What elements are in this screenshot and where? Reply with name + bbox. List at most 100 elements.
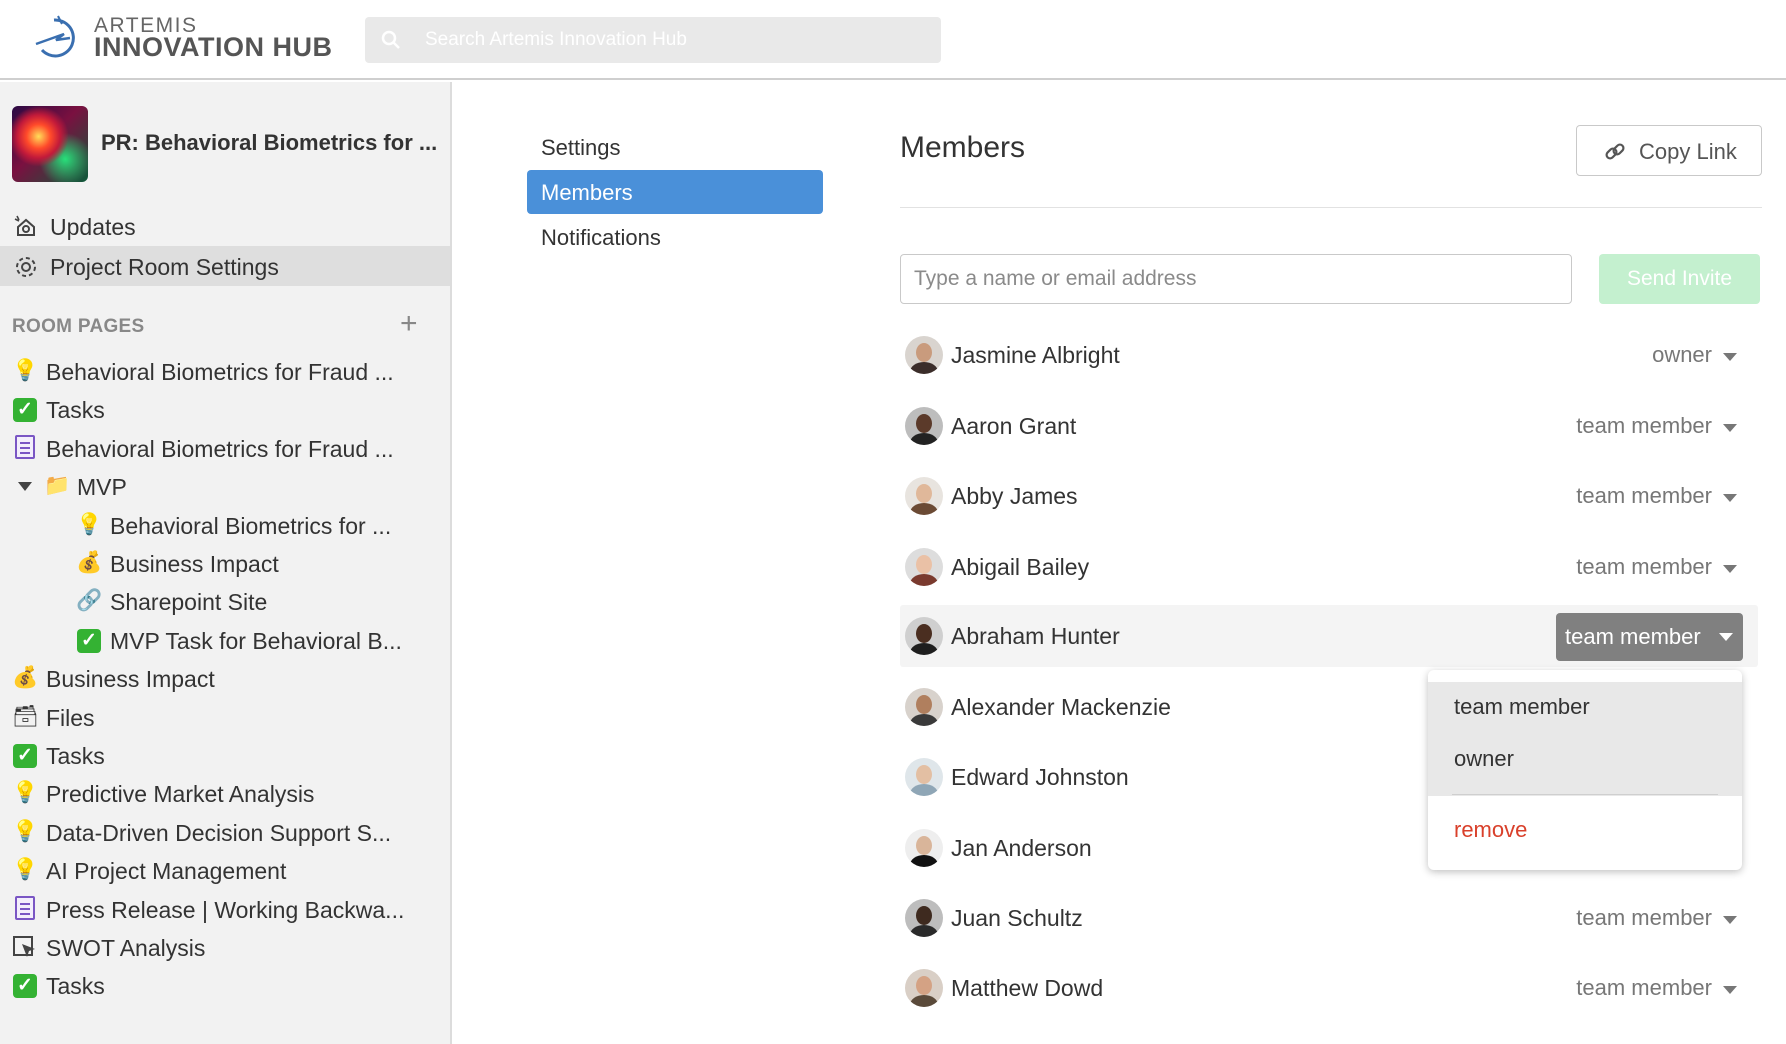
lightbulb-icon: 💡 [12,858,39,881]
chevron-down-icon[interactable] [1723,424,1737,432]
checkbox-icon: ✓ [76,627,102,653]
member-role-select[interactable]: team member [1576,483,1712,509]
tab-label: Members [541,180,633,205]
role-option-owner[interactable]: owner [1454,746,1514,772]
send-invite-button[interactable]: Send Invite [1599,254,1760,304]
checkbox-icon: ✓ [12,396,38,422]
link-icon [1605,143,1625,160]
role-dropdown-menu: team member owner remove [1428,670,1742,870]
tab-settings[interactable]: Settings [527,125,823,169]
room-title: PR: Behavioral Biometrics for ... [101,130,438,155]
page-item-label: Behavioral Biometrics for ... [110,513,392,539]
member-role-select-open[interactable]: team member [1556,613,1743,661]
page-item-label: Business Impact [110,551,279,577]
member-name: Juan Schultz [951,905,1083,931]
member-role-select[interactable]: team member [1576,413,1712,439]
member-name: Abby James [951,483,1078,509]
sidebar-item-updates[interactable]: Updates [0,206,450,246]
link-icon: 🔗 [76,589,103,612]
send-invite-label: Send Invite [1626,267,1733,290]
file-box-icon: 🗃 [12,705,39,728]
document-icon [12,435,38,461]
search-icon [381,30,400,49]
member-row: Abraham Hunter team member [900,605,1758,667]
invite-input[interactable] [900,254,1572,304]
page-item-label: Tasks [46,973,105,999]
chevron-down-icon[interactable] [1723,494,1737,502]
sidebar-item-label: Project Room Settings [50,254,279,280]
role-option-team-member[interactable]: team member [1454,694,1590,720]
lightbulb-icon: 💡 [12,781,39,804]
folder-icon: 📁 [44,474,71,497]
member-role-select[interactable]: team member [1576,554,1712,580]
plus-icon[interactable]: + [400,309,418,339]
page-item-label: Sharepoint Site [110,589,268,615]
member-name: Aaron Grant [951,413,1077,439]
divider [900,207,1762,208]
document-icon [12,896,38,922]
page-item-label: Press Release | Working Backwa... [46,897,405,923]
role-label: team member [1565,624,1701,649]
money-bag-icon: 💰 [12,666,39,689]
member-role-select[interactable]: owner [1652,342,1712,368]
page-item-label: SWOT Analysis [46,935,206,961]
page-item-label: Data-Driven Decision Support S... [46,820,392,846]
artemis-logo[interactable]: ARTEMIS INNOVATION HUB [34,14,334,64]
gear-icon [16,257,36,277]
search-placeholder: Search Artemis Innovation Hub [425,29,687,50]
tab-notifications[interactable]: Notifications [527,215,823,259]
member-name: Jan Anderson [951,835,1092,861]
page-item-label: Files [46,705,95,731]
member-name: Alexander Mackenzie [951,694,1171,720]
member-row: Jasmine Albright owner [900,324,1758,386]
member-role-select[interactable]: team member [1576,905,1712,931]
room-thumbnail [12,106,88,182]
page-item-label: Behavioral Biometrics for Fraud ... [46,359,394,385]
remove-member-option[interactable]: remove [1454,817,1527,843]
page-item-label: MVP Task for Behavioral B... [110,628,402,654]
artemis-logo-icon [35,15,75,58]
member-row: Abby James team member [900,465,1758,527]
tab-label: Settings [541,135,621,160]
avatar [905,617,943,655]
chevron-down-icon[interactable] [1723,986,1737,994]
member-name: Abraham Hunter [951,623,1120,649]
page-item-label: Business Impact [46,666,215,692]
chevron-down-icon [1719,633,1733,641]
tab-members[interactable]: Members [527,170,823,214]
member-row: Matthew Dowd team member [900,957,1758,1019]
chevron-down-icon[interactable] [1723,353,1737,361]
avatar [905,548,943,586]
logo-text-bottom: INNOVATION HUB [94,32,333,62]
chevron-down-icon[interactable] [1723,916,1737,924]
sidebar-item-project-room-settings[interactable]: Project Room Settings [0,246,450,286]
tab-label: Notifications [541,225,661,250]
member-name: Jasmine Albright [951,342,1120,368]
room-pages-heading: ROOM PAGES [12,316,145,337]
member-name: Matthew Dowd [951,975,1104,1001]
money-bag-icon: 💰 [76,551,103,574]
room-header[interactable]: PR: Behavioral Biometrics for ... [12,106,442,182]
lightbulb-icon: 💡 [76,513,103,536]
top-header: ARTEMIS INNOVATION HUB Search Artemis In… [0,0,1786,80]
avatar [905,336,943,374]
global-search-bar[interactable]: Search Artemis Innovation Hub [365,17,941,63]
member-role-select[interactable]: team member [1576,975,1712,1001]
member-row: Juan Schultz team member [900,887,1758,949]
member-name: Edward Johnston [951,764,1129,790]
page-item-label: Tasks [46,397,105,423]
checkbox-icon: ✓ [12,742,38,768]
member-row: Aaron Grant team member [900,395,1758,457]
cursor-board-icon [13,936,35,957]
chevron-down-icon[interactable] [18,482,32,491]
avatar [905,758,943,796]
sidebar: PR: Behavioral Biometrics for ... Update… [0,82,452,1044]
avatar [905,407,943,445]
page-item-label: Behavioral Biometrics for Fraud ... [46,436,394,462]
copy-link-button[interactable]: Copy Link [1576,125,1762,176]
page-item-label: MVP [77,474,127,500]
updates-icon [14,215,35,236]
member-name: Abigail Bailey [951,554,1090,580]
checkbox-icon: ✓ [12,972,38,998]
chevron-down-icon[interactable] [1723,565,1737,573]
